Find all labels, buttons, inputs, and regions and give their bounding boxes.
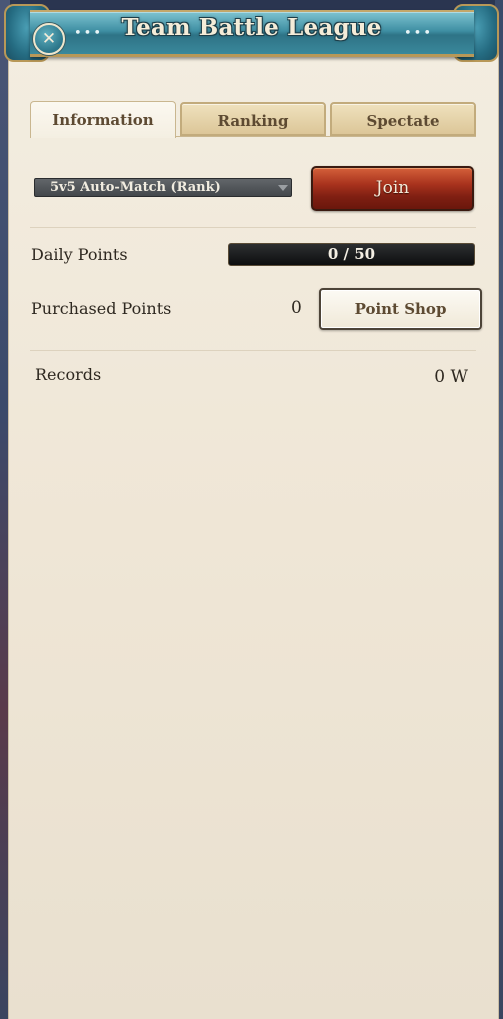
records-label: Records bbox=[35, 365, 102, 384]
daily-points-progress-bar: 0 / 50 bbox=[228, 243, 475, 266]
tab-ranking[interactable]: Ranking bbox=[180, 102, 326, 136]
daily-points-label: Daily Points bbox=[31, 245, 128, 264]
close-button[interactable]: ✕ bbox=[33, 23, 65, 55]
divider bbox=[30, 350, 476, 351]
point-shop-button[interactable]: Point Shop bbox=[319, 288, 482, 330]
records-value: 0 W bbox=[434, 367, 468, 387]
title-bar: ••• ••• Team Battle League ✕ bbox=[0, 0, 503, 62]
tab-information[interactable]: Information bbox=[30, 101, 176, 138]
tab-underline bbox=[176, 136, 476, 137]
tab-spectate[interactable]: Spectate bbox=[330, 102, 476, 136]
chevron-down-icon bbox=[278, 185, 288, 191]
team-battle-league-window: ••• ••• Team Battle League ✕ Information… bbox=[0, 0, 503, 1019]
match-mode-dropdown[interactable]: 5v5 Auto-Match (Rank) bbox=[34, 178, 292, 197]
daily-points-progress-text: 0 / 50 bbox=[327, 245, 376, 263]
match-mode-selected: 5v5 Auto-Match (Rank) bbox=[50, 180, 221, 195]
close-icon: ✕ bbox=[41, 29, 57, 49]
purchased-points-value: 0 bbox=[291, 298, 302, 318]
join-button[interactable]: Join bbox=[311, 166, 474, 211]
tab-bar: Information Ranking Spectate bbox=[30, 101, 478, 139]
window-title: Team Battle League bbox=[121, 14, 382, 41]
divider bbox=[30, 227, 476, 228]
purchased-points-label: Purchased Points bbox=[31, 299, 172, 318]
